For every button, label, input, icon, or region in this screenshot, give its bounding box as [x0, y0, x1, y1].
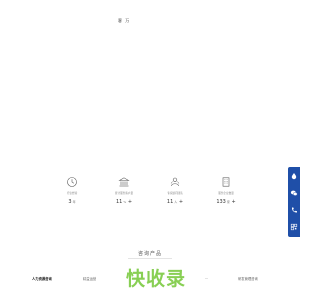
- phone-icon[interactable]: [290, 206, 298, 214]
- stat-label: 服务企业数量: [218, 192, 234, 195]
- stat-value: 3年: [68, 199, 76, 205]
- stat-label: 累计服务客户量: [114, 192, 134, 195]
- tab-lean-operations[interactable]: 精益运营: [83, 276, 96, 281]
- stat-clients: 累计服务客户量 11% +: [110, 176, 138, 205]
- tab-hr-consulting[interactable]: 人力资源咨询: [32, 276, 52, 281]
- section-title: 咨询产品: [137, 251, 162, 257]
- stat-experience: 行业经验 3年: [58, 176, 86, 205]
- header-text: 客 万: [118, 18, 131, 23]
- qr-code-icon[interactable]: [290, 223, 298, 231]
- stat-value: 133家 +: [216, 199, 236, 205]
- stat-experts: 专家顾问团队 11人 +: [161, 176, 189, 205]
- stat-label: 行业经验: [66, 192, 78, 195]
- contact-sidebar: [288, 167, 300, 237]
- tab-rd-management[interactable]: 研发管理咨询: [238, 276, 258, 281]
- drop-icon[interactable]: [290, 172, 298, 180]
- stat-label: 专家顾问团队: [167, 192, 183, 195]
- watermark-logo: 快收录: [126, 268, 187, 290]
- tab-more[interactable]: …: [205, 276, 208, 280]
- section-divider: [128, 258, 172, 259]
- clock-icon: [67, 177, 77, 187]
- stat-value: 11人 +: [166, 199, 184, 205]
- wechat-icon[interactable]: [290, 189, 298, 197]
- bank-icon: [118, 177, 130, 187]
- stat-value: 11% +: [115, 199, 133, 205]
- team-icon: [170, 177, 180, 187]
- stat-companies: 服务企业数量 133家 +: [212, 176, 240, 205]
- building-icon: [222, 177, 230, 187]
